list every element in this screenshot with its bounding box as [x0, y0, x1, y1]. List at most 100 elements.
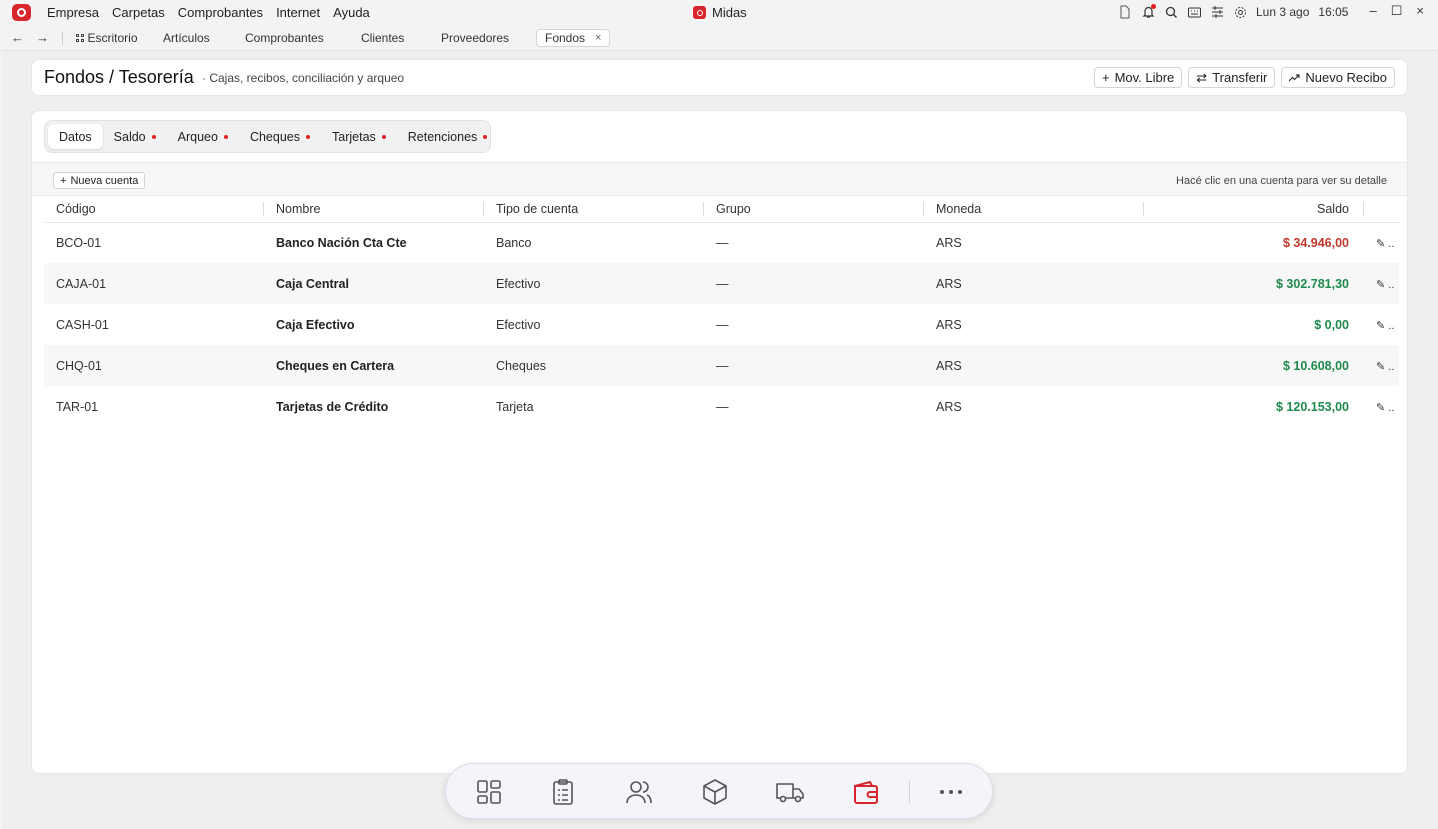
- edit-icon[interactable]: ✎ ..: [1376, 361, 1394, 373]
- clipboard-icon[interactable]: [548, 777, 578, 807]
- tab-arqueo[interactable]: Arqueo: [167, 124, 239, 149]
- nav-tab-label: Fondos: [545, 31, 586, 45]
- more-icon[interactable]: [936, 777, 966, 807]
- edit-icon[interactable]: ✎ ..: [1376, 402, 1394, 414]
- plus-icon: +: [60, 174, 67, 187]
- cell-moneda: ARS: [936, 399, 962, 414]
- cell-saldo: $ 0,00: [1314, 317, 1349, 332]
- col-header-grupo[interactable]: Grupo: [704, 197, 924, 223]
- cell-actions: ✎ ..: [1364, 386, 1399, 427]
- minimize-icon[interactable]: –: [1370, 3, 1377, 19]
- maximize-icon[interactable]: ☐: [1391, 3, 1403, 19]
- col-header-actions: [1364, 197, 1399, 223]
- users-icon[interactable]: [624, 777, 654, 807]
- bell-icon[interactable]: [1141, 4, 1156, 20]
- nuevo-recibo-label: Nuevo Recibo: [1305, 70, 1387, 85]
- transfer-icon: ⇄: [1196, 69, 1208, 85]
- cell-tipo: Efectivo: [496, 317, 541, 332]
- tray-time: 16:05: [1318, 5, 1349, 19]
- tab-saldo[interactable]: Saldo: [103, 124, 167, 149]
- keyboard-icon[interactable]: [1187, 4, 1201, 20]
- table-header-row: Código Nombre Tipo de cuenta Grupo Moned…: [44, 197, 1399, 223]
- nav-tab-clientes[interactable]: Clientes: [361, 31, 404, 45]
- cell-grupo: —: [716, 317, 729, 332]
- menu-comprobantes[interactable]: Comprobantes: [178, 5, 263, 20]
- cell-grupo: —: [716, 358, 729, 373]
- dashboard-icon[interactable]: [474, 777, 504, 807]
- nav-tab-fondos[interactable]: Fondos ×: [536, 29, 611, 47]
- title-bar: Empresa Carpetas Comprobantes Internet A…: [0, 0, 1438, 26]
- cell-moneda: ARS: [936, 276, 962, 291]
- notification-dot: [1151, 4, 1156, 9]
- plus-icon: +: [1101, 70, 1110, 85]
- cell-actions: ✎ ..: [1364, 304, 1399, 345]
- sliders-icon[interactable]: [1210, 4, 1224, 20]
- system-tray: Lun 3 ago 16:05: [1118, 4, 1348, 20]
- app-logo-icon[interactable]: [12, 4, 31, 21]
- nav-tab-proveedores[interactable]: Proveedores: [441, 31, 509, 45]
- menu-internet[interactable]: Internet: [276, 5, 320, 20]
- close-window-icon[interactable]: ×: [1416, 3, 1424, 19]
- transferir-label: Transferir: [1212, 70, 1268, 85]
- cell-nombre: Tarjetas de Crédito: [276, 399, 389, 414]
- table-row[interactable]: CHQ-01 Cheques en Cartera Cheques — ARS …: [44, 345, 1399, 386]
- close-tab-icon[interactable]: ×: [595, 32, 601, 44]
- table-row[interactable]: BCO-01 Banco Nación Cta Cte Banco — ARS …: [44, 222, 1399, 263]
- cell-saldo: $ 302.781,30: [1276, 276, 1349, 291]
- cell-grupo: —: [716, 235, 729, 250]
- tab-tarjetas[interactable]: Tarjetas: [321, 124, 397, 149]
- header-actions: + Mov. Libre ⇄ Transferir Nuevo Recibo: [1093, 67, 1395, 88]
- tab-retenciones[interactable]: Retenciones: [397, 124, 499, 149]
- mov-libre-button[interactable]: + Mov. Libre: [1093, 67, 1183, 88]
- table-row[interactable]: CAJA-01 Caja Central Efectivo — ARS $ 30…: [44, 263, 1399, 304]
- edit-icon[interactable]: ✎ ..: [1376, 279, 1394, 291]
- nav-bar: ← → Escritorio Artículos Comprobantes Cl…: [0, 26, 1438, 51]
- cell-actions: ✎ ..: [1364, 345, 1399, 386]
- main-panel: Datos Saldo Arqueo Cheques Tarjetas Rete…: [31, 110, 1408, 774]
- tab-cheques[interactable]: Cheques: [239, 124, 321, 149]
- col-header-nombre[interactable]: Nombre: [264, 197, 484, 223]
- nav-tab-articulos[interactable]: Artículos: [163, 31, 210, 45]
- col-header-label: Moneda: [936, 202, 982, 217]
- menu-ayuda[interactable]: Ayuda: [333, 5, 370, 20]
- table-row[interactable]: TAR-01 Tarjetas de Crédito Tarjeta — ARS…: [44, 386, 1399, 427]
- tab-alert-dot: [223, 134, 228, 139]
- tab-alert-dot: [483, 134, 488, 139]
- edit-icon[interactable]: ✎ ..: [1376, 320, 1394, 332]
- edit-icon[interactable]: ✎ ..: [1376, 238, 1394, 250]
- box-icon[interactable]: [700, 777, 730, 807]
- app-title-logo-icon: [693, 6, 706, 19]
- subtab-bar: Datos Saldo Arqueo Cheques Tarjetas Rete…: [44, 120, 491, 153]
- cell-tipo: Cheques: [496, 358, 547, 373]
- document-icon[interactable]: [1118, 4, 1132, 20]
- nav-tab-label: Escritorio: [87, 31, 138, 45]
- col-header-saldo[interactable]: Saldo: [1144, 197, 1364, 223]
- cell-codigo: BCO-01: [56, 235, 102, 250]
- cell-actions: ✎ ..: [1364, 222, 1399, 263]
- truck-icon[interactable]: [775, 777, 805, 807]
- wallet-icon[interactable]: [851, 777, 881, 807]
- search-icon[interactable]: [1164, 4, 1178, 20]
- tab-alert-dot: [381, 134, 386, 139]
- table-row[interactable]: CASH-01 Caja Efectivo Efectivo — ARS $ 0…: [44, 304, 1399, 345]
- nueva-cuenta-button[interactable]: + Nueva cuenta: [53, 172, 146, 189]
- transferir-button[interactable]: ⇄ Transferir: [1188, 67, 1276, 88]
- cell-saldo: $ 10.608,00: [1282, 358, 1349, 373]
- col-header-codigo[interactable]: Código: [44, 197, 264, 223]
- back-arrow-icon[interactable]: ←: [11, 30, 24, 45]
- menu-empresa[interactable]: Empresa: [47, 5, 99, 20]
- dock-bar: [445, 763, 993, 819]
- gear-icon[interactable]: [1233, 4, 1247, 20]
- tab-datos[interactable]: Datos: [48, 124, 103, 149]
- col-header-tipo[interactable]: Tipo de cuenta: [484, 197, 704, 223]
- col-header-moneda[interactable]: Moneda: [924, 197, 1144, 223]
- menu-carpetas[interactable]: Carpetas: [112, 5, 165, 20]
- cell-moneda: ARS: [936, 317, 962, 332]
- forward-arrow-icon[interactable]: →: [36, 30, 49, 45]
- cell-actions: ✎ ..: [1364, 263, 1399, 304]
- table-toolbar: + Nueva cuenta Hacé clic en una cuenta p…: [32, 162, 1407, 196]
- nuevo-recibo-button[interactable]: Nuevo Recibo: [1281, 67, 1395, 88]
- nav-tab-escritorio[interactable]: Escritorio: [76, 31, 138, 45]
- dock-separator: [909, 780, 910, 804]
- nav-tab-comprobantes[interactable]: Comprobantes: [245, 31, 324, 45]
